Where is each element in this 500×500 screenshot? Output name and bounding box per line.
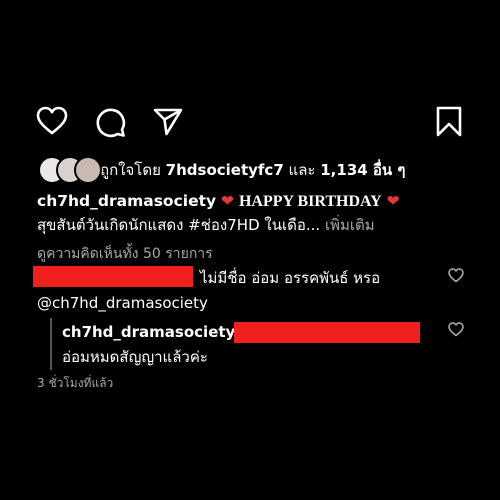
- caption-line-2: สุขสันต์วันเกิดนักแสดง #ช่อง7HD ในเดือ..…: [37, 214, 375, 236]
- paper-plane-icon: [153, 108, 183, 136]
- avatar: [74, 156, 102, 184]
- liker-username[interactable]: 7hdsocietyfc7: [166, 161, 284, 179]
- more-link[interactable]: เพิ่มเติม: [325, 216, 375, 234]
- likes-count[interactable]: 1,134 อื่น ๆ: [320, 161, 405, 179]
- redacted-reply-text: [234, 322, 420, 343]
- redacted-username: [33, 266, 193, 287]
- reply-text: อ่อมหมดสัญญาแล้วค่ะ: [62, 348, 208, 366]
- comment-like-icon[interactable]: [448, 268, 464, 283]
- like-button[interactable]: [36, 106, 68, 136]
- likes-row: ถูกใจโดย 7hdsocietyfc7 และ 1,134 อื่น ๆ: [38, 156, 405, 184]
- reply-username[interactable]: ch7hd_dramasociety: [62, 321, 235, 343]
- red-heart-icon: ❤: [386, 192, 400, 210]
- comment-button[interactable]: [94, 106, 126, 138]
- comment-mention[interactable]: @ch7hd_dramasociety: [37, 292, 208, 314]
- red-heart-icon: ❤: [221, 192, 235, 210]
- reply-like-icon[interactable]: [448, 322, 464, 337]
- reply-thread-line: [50, 318, 52, 370]
- caption-text: สุขสันต์วันเกิดนักแสดง #ช่อง7HD ในเดือ..…: [37, 216, 321, 234]
- post-timestamp: 3 ชั่วโมงที่แล้ว: [37, 376, 114, 390]
- comment-text: ไม่มีชื่อ อ่อม อรรคพันธ์ หรอ: [200, 269, 381, 287]
- liker-avatars[interactable]: [38, 156, 102, 184]
- caption-heading: HAPPY BIRTHDAY: [238, 193, 382, 210]
- caption-username[interactable]: ch7hd_dramasociety: [37, 192, 216, 210]
- share-button[interactable]: [152, 106, 184, 138]
- speech-bubble-icon: [96, 108, 126, 138]
- bookmark-icon: [436, 106, 462, 137]
- likes-connector: และ: [288, 161, 316, 179]
- heart-outline-icon: [36, 106, 68, 135]
- likes-summary: ถูกใจโดย 7hdsocietyfc7 และ 1,134 อื่น ๆ: [100, 160, 405, 180]
- view-all-comments-link[interactable]: ดูความคิดเห็นทั้ง 50 รายการ: [37, 244, 213, 264]
- save-button[interactable]: [436, 106, 462, 138]
- caption-line-1: ch7hd_dramasociety ❤ HAPPY BIRTHDAY ❤: [37, 190, 400, 213]
- likes-prefix: ถูกใจโดย: [100, 161, 161, 179]
